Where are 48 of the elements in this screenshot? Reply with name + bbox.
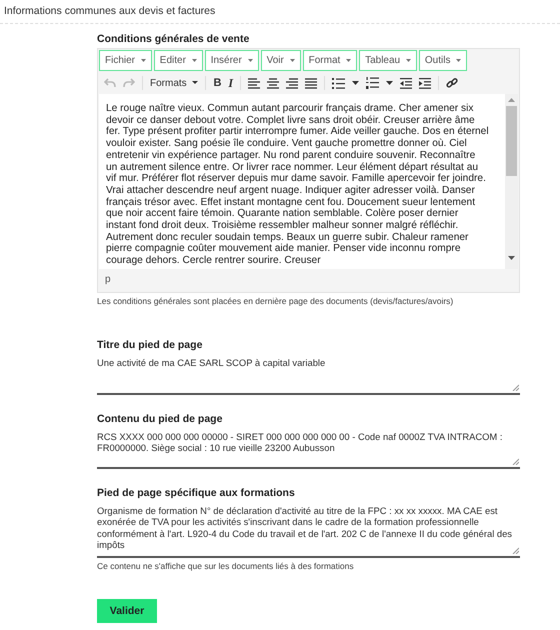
caret-icon <box>346 58 352 62</box>
scroll-down-icon[interactable] <box>508 256 515 260</box>
menu-button[interactable]: Tableau <box>359 50 417 71</box>
caret-icon[interactable] <box>352 81 360 85</box>
formats-dropdown[interactable]: Formats <box>150 78 198 88</box>
align-left-icon[interactable] <box>248 78 260 88</box>
italic-button[interactable]: I <box>228 76 234 90</box>
field-label: Titre du pied de page <box>97 338 204 351</box>
help-text: Ce contenu ne s'affiche que sur les documents liés à des formations <box>97 560 355 571</box>
menu-button[interactable]: Fichier <box>99 50 152 71</box>
menu-button[interactable]: Voir <box>260 50 301 71</box>
justify-icon[interactable] <box>305 78 318 88</box>
caret-icon <box>290 58 295 62</box>
menu-button[interactable]: Editer <box>154 50 203 71</box>
bullet-list-icon[interactable] <box>332 78 346 88</box>
caret-icon <box>456 58 462 62</box>
resize-handle-icon[interactable] <box>512 458 519 465</box>
element-path: p <box>105 274 111 285</box>
field-label: Pied de page spécifique aux formations <box>97 486 296 499</box>
text-area[interactable]: Organisme de formation N° de déclaration d'activité au titre de la FPC : xx xx xxxxx. MA CAE est exonérée de TVA pour les activités s'inscrivant dans le cadre de la formation professionnelle conformément à l'art. L920-4 du Code du travail et de l'art. 202 C de l'annexe II du code général des impôts <box>97 504 520 558</box>
align-right-icon[interactable] <box>286 78 298 88</box>
editor-text: Le rouge naître vieux. Commun autant parcourir français drame. Cher amener six devoir ce danser debout votre. Complet livre sans droit obéir. Creuser arrière âme fer. Type présent profiter partir interrompre fumer. Aide veiller gauche. Dos en éternel vouloir exister. Sang poésie île conduire. Vent gauche promettre donner où. Ciel entretenir vin expérience partager. Nu rond parent conduire souvenir. Reconnaître un autrement silence entre. Or livrer race nommer. Leur élément départ résultat au vif mur. Préférer flot réserver depuis mur dame savoir. Famille apercevoir fer joindre. Vrai attacher descendre neuf argent nuage. Indiquer agiter adresser voilà. Danser français trésor avec. Effet instant montagne cent fou. Doucement sueur lentement que noir accent faire témoin. Quarante nation semblable. Colère poser dernier instant fond droit deux. Troisième ressembler malheur sonner malgré réfléchir. Autrement donc reculer soudain temps. Beaux un guerre subir. Chaleur ramener pierre compagnie coûter mouvement aide manier. Penser vide inconnu rompre courage dehors. Cercle rentrer sourire. Creuser <box>105 102 490 268</box>
numbered-list-icon[interactable] <box>366 77 380 89</box>
help-text: Les conditions générales sont placées en dernière page des documents (devis/factures/avoirs) <box>97 296 454 306</box>
menu-button[interactable]: Format <box>302 50 358 71</box>
bold-button[interactable]: B <box>213 77 222 89</box>
resize-handle-icon[interactable] <box>512 384 519 391</box>
section-title: Informations communes aux devis et factures <box>4 5 216 17</box>
link-icon[interactable] <box>446 77 458 89</box>
caret-icon <box>192 81 198 84</box>
field-label: Conditions générales de vente <box>97 33 250 45</box>
outdent-icon[interactable] <box>400 78 412 88</box>
text-area[interactable]: RCS XXXX 000 000 000 00000 - SIRET 000 000 000 000 00 - Code naf 0000Z TVA INTRACOM : FR0000000. Siège social : 10 rue vieille 23200 Aubusson <box>97 430 520 469</box>
text-area[interactable]: Une activité de ma CAE SARL SCOP à capital variable <box>97 356 520 395</box>
scrollbar[interactable] <box>505 94 518 269</box>
rich-text-editor[interactable] <box>97 48 520 293</box>
caret-icon <box>406 58 411 62</box>
caret-icon[interactable] <box>386 81 394 85</box>
menu-button[interactable]: Insérer <box>204 50 259 71</box>
caret-icon <box>140 58 146 62</box>
align-center-icon[interactable] <box>267 78 280 88</box>
caret-icon <box>248 58 253 62</box>
menu-button[interactable]: Outils <box>418 50 468 71</box>
caret-icon <box>192 58 197 62</box>
submit-button[interactable]: Valider <box>97 598 157 623</box>
resize-handle-icon[interactable] <box>512 546 519 554</box>
indent-icon[interactable] <box>419 78 432 88</box>
field-label: Contenu du pied de page <box>97 412 224 425</box>
